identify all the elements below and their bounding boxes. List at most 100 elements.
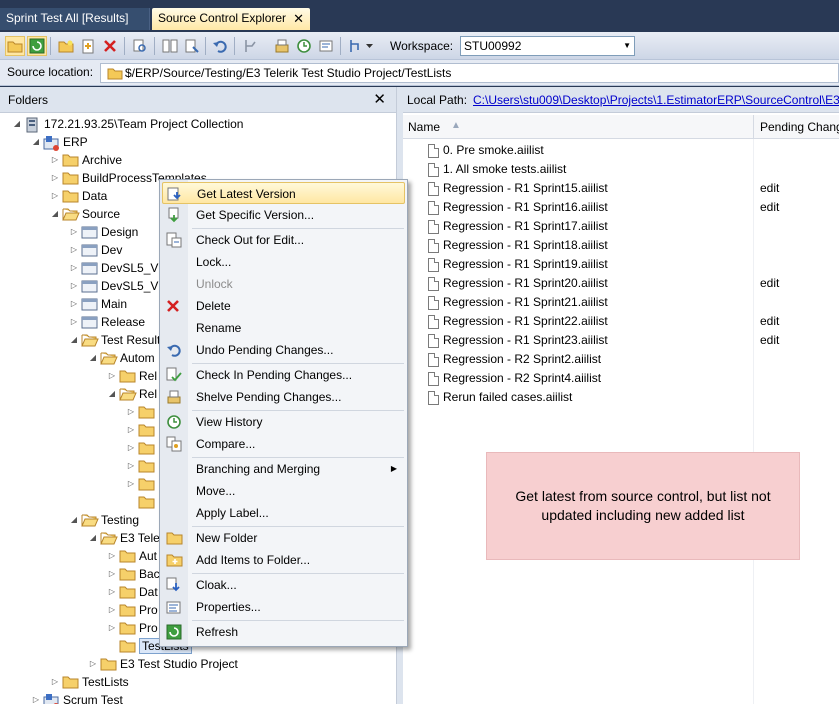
menu-item-delete[interactable]: Delete <box>162 295 405 317</box>
menu-item-label: Undo Pending Changes... <box>196 343 334 357</box>
refresh-icon[interactable] <box>27 36 47 56</box>
expand-arrow-icon[interactable]: ▷ <box>107 367 117 385</box>
tree-node[interactable]: ◢ ERP <box>31 133 391 151</box>
expand-arrow-icon[interactable]: ▷ <box>107 601 117 619</box>
undo-icon[interactable] <box>210 36 230 56</box>
tree-node[interactable]: ▷ TestLists <box>50 673 397 691</box>
delete-icon[interactable] <box>100 36 120 56</box>
menu-item-properties[interactable]: Properties... <box>162 596 405 618</box>
file-row[interactable]: 1. All smoke tests.aiilist <box>403 160 839 179</box>
menu-item-get-latest-version[interactable]: Get Latest Version <box>162 182 405 204</box>
compare-icon[interactable] <box>160 36 180 56</box>
file-row[interactable]: Regression - R1 Sprint23.aiilist edit <box>403 331 839 350</box>
expand-arrow-icon[interactable]: ▷ <box>69 313 79 331</box>
file-row[interactable]: Regression - R2 Sprint4.aiilist <box>403 369 839 388</box>
expand-arrow-icon[interactable]: ▷ <box>69 277 79 295</box>
history-icon <box>166 414 182 430</box>
expand-arrow-icon[interactable]: ▷ <box>107 583 117 601</box>
add-items-icon[interactable] <box>78 36 98 56</box>
expand-arrow-icon[interactable]: ▷ <box>126 421 136 439</box>
file-row[interactable]: 0. Pre smoke.aiilist <box>403 141 839 160</box>
expand-arrow-icon[interactable]: ▷ <box>69 241 79 259</box>
expand-arrow-icon[interactable]: ▷ <box>50 673 60 691</box>
folders-toggle-icon[interactable] <box>5 36 25 56</box>
menu-item-add-items-to-folder[interactable]: Add Items to Folder... <box>162 549 405 571</box>
menu-item-cloak[interactable]: Cloak... <box>162 574 405 596</box>
source-location-field[interactable]: $/ERP/Source/Testing/E3 Telerik Test Stu… <box>100 63 839 83</box>
tab-source-control-explorer[interactable]: Source Control Explorer ✕ <box>152 8 310 30</box>
menu-item-compare[interactable]: Compare... <box>162 433 405 455</box>
menu-item-check-out-for-edit[interactable]: Check Out for Edit... <box>162 229 405 251</box>
local-path-link[interactable]: C:\Users\stu009\Desktop\Projects\1.Estim… <box>473 93 839 107</box>
file-row[interactable]: Regression - R1 Sprint19.aiilist <box>403 255 839 274</box>
collapse-arrow-icon[interactable]: ◢ <box>50 205 60 223</box>
file-row[interactable]: Regression - R1 Sprint17.aiilist <box>403 217 839 236</box>
menu-item-rename[interactable]: Rename <box>162 317 405 339</box>
menu-item-check-in-pending-changes[interactable]: Check In Pending Changes... <box>162 364 405 386</box>
menu-item-refresh[interactable]: Refresh <box>162 621 405 643</box>
collapse-arrow-icon[interactable]: ◢ <box>31 133 41 151</box>
expand-arrow-icon[interactable]: ▷ <box>50 187 60 205</box>
menu-item-branching-and-merging[interactable]: Branching and Merging ▶ <box>162 458 405 480</box>
file-row[interactable]: Regression - R1 Sprint20.aiilist edit <box>403 274 839 293</box>
file-row[interactable]: Regression - R1 Sprint18.aiilist <box>403 236 839 255</box>
tree-node[interactable]: ▷ Archive <box>50 151 397 169</box>
collapse-arrow-icon[interactable]: ◢ <box>69 511 79 529</box>
branch-dropdown-icon[interactable] <box>346 36 366 56</box>
expand-arrow-icon[interactable]: ▷ <box>126 457 136 475</box>
menu-item-shelve-pending-changes[interactable]: Shelve Pending Changes... <box>162 386 405 408</box>
expand-arrow-icon[interactable]: ▷ <box>107 565 117 583</box>
file-row[interactable]: Rerun failed cases.aiilist <box>403 388 839 407</box>
expand-arrow-icon[interactable]: ▷ <box>50 151 60 169</box>
menu-item-get-specific-version[interactable]: Get Specific Version... <box>162 204 405 226</box>
tree-node-label: Design <box>101 225 139 239</box>
tree-node-label: Main <box>101 297 128 311</box>
close-icon[interactable]: ✕ <box>293 8 304 29</box>
tree-node[interactable]: ◢ 172.21.93.25\Team Project Collection <box>12 115 372 133</box>
menu-item-move[interactable]: Move... <box>162 480 405 502</box>
menu-item-undo-pending-changes[interactable]: Undo Pending Changes... <box>162 339 405 361</box>
expand-arrow-icon[interactable]: ▷ <box>107 619 117 637</box>
column-header-pending[interactable]: Pending Chang <box>760 120 839 134</box>
menu-item-apply-label[interactable]: Apply Label... <box>162 502 405 524</box>
branch-icon[interactable] <box>240 36 260 56</box>
expand-arrow-icon[interactable]: ▷ <box>88 655 98 673</box>
file-row[interactable]: Regression - R2 Sprint2.aiilist <box>403 350 839 369</box>
undo-icon <box>166 342 182 358</box>
menu-item-new-folder[interactable]: New Folder <box>162 527 405 549</box>
find-icon[interactable] <box>130 36 150 56</box>
expand-arrow-icon[interactable]: ▷ <box>69 295 79 313</box>
menu-item-view-history[interactable]: View History <box>162 411 405 433</box>
history-icon[interactable] <box>294 36 314 56</box>
shelve-icon[interactable] <box>272 36 292 56</box>
expand-arrow-icon[interactable]: ▷ <box>31 691 41 704</box>
tree-node[interactable]: ▷ E3 Test Studio Project <box>88 655 397 673</box>
file-row[interactable]: Regression - R1 Sprint21.aiilist <box>403 293 839 312</box>
collapse-arrow-icon[interactable]: ◢ <box>107 385 117 403</box>
new-folder-icon[interactable] <box>56 36 76 56</box>
close-icon[interactable]: ✕ <box>373 90 386 108</box>
collapse-arrow-icon[interactable]: ◢ <box>69 331 79 349</box>
collapse-arrow-icon[interactable]: ◢ <box>88 349 98 367</box>
menu-item-lock[interactable]: Lock... <box>162 251 405 273</box>
expand-arrow-icon[interactable]: ▷ <box>107 547 117 565</box>
expand-arrow-icon[interactable]: ▷ <box>50 169 60 187</box>
collapse-arrow-icon[interactable]: ◢ <box>88 529 98 547</box>
expand-arrow-icon[interactable]: ▷ <box>69 259 79 277</box>
tab-sprint-test-results[interactable]: Sprint Test All [Results] <box>0 8 150 30</box>
expand-arrow-icon[interactable]: ▷ <box>126 439 136 457</box>
check-out-icon[interactable] <box>182 36 202 56</box>
chevron-down-icon[interactable] <box>364 36 374 56</box>
tree-node[interactable]: ▷ Scrum Test <box>31 691 391 704</box>
collapse-arrow-icon[interactable]: ◢ <box>12 115 22 133</box>
workspace-select[interactable]: STU00992 ▼ <box>460 36 635 56</box>
expand-arrow-icon[interactable]: ▷ <box>69 223 79 241</box>
file-row[interactable]: Regression - R1 Sprint16.aiilist edit <box>403 198 839 217</box>
column-header-name[interactable]: Name <box>408 120 440 134</box>
column-divider[interactable] <box>753 115 754 139</box>
expand-arrow-icon[interactable]: ▷ <box>126 403 136 421</box>
expand-arrow-icon[interactable]: ▷ <box>126 475 136 493</box>
file-row[interactable]: Regression - R1 Sprint15.aiilist edit <box>403 179 839 198</box>
properties-icon[interactable] <box>316 36 336 56</box>
file-row[interactable]: Regression - R1 Sprint22.aiilist edit <box>403 312 839 331</box>
